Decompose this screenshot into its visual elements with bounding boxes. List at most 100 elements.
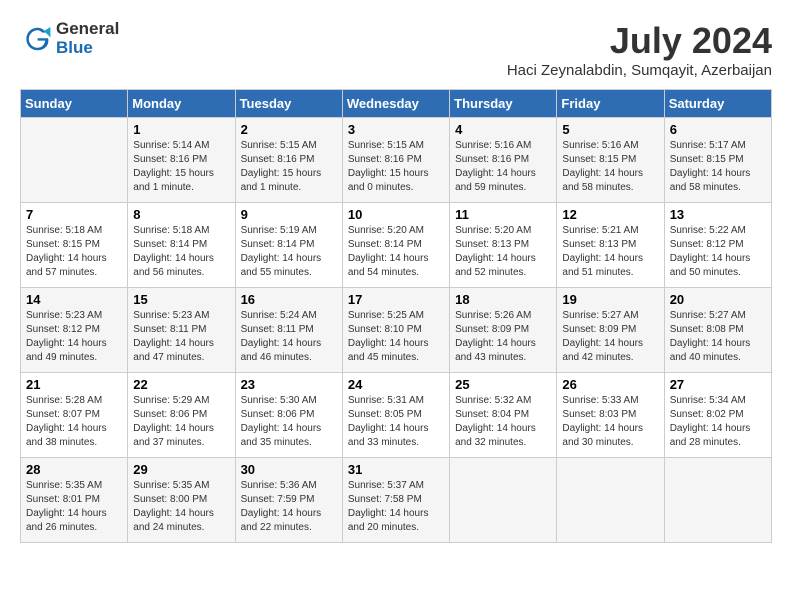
day-number: 2 bbox=[241, 122, 337, 137]
calendar-cell bbox=[450, 458, 557, 543]
logo-text-general: General bbox=[56, 20, 119, 39]
day-info: Sunrise: 5:18 AMSunset: 8:14 PMDaylight:… bbox=[133, 225, 214, 278]
day-number: 29 bbox=[133, 462, 229, 477]
day-header-thursday: Thursday bbox=[450, 90, 557, 118]
day-number: 19 bbox=[562, 292, 658, 307]
calendar-cell: 23 Sunrise: 5:30 AMSunset: 8:06 PMDaylig… bbox=[235, 373, 342, 458]
calendar-cell: 10 Sunrise: 5:20 AMSunset: 8:14 PMDaylig… bbox=[342, 203, 449, 288]
day-number: 6 bbox=[670, 122, 766, 137]
day-info: Sunrise: 5:17 AMSunset: 8:15 PMDaylight:… bbox=[670, 140, 751, 193]
day-info: Sunrise: 5:35 AMSunset: 8:00 PMDaylight:… bbox=[133, 480, 214, 533]
day-number: 12 bbox=[562, 207, 658, 222]
day-header-saturday: Saturday bbox=[664, 90, 771, 118]
day-info: Sunrise: 5:27 AMSunset: 8:09 PMDaylight:… bbox=[562, 310, 643, 363]
day-info: Sunrise: 5:36 AMSunset: 7:59 PMDaylight:… bbox=[241, 480, 322, 533]
calendar-cell: 18 Sunrise: 5:26 AMSunset: 8:09 PMDaylig… bbox=[450, 288, 557, 373]
day-info: Sunrise: 5:23 AMSunset: 8:12 PMDaylight:… bbox=[26, 310, 107, 363]
day-number: 10 bbox=[348, 207, 444, 222]
day-info: Sunrise: 5:32 AMSunset: 8:04 PMDaylight:… bbox=[455, 395, 536, 448]
logo-icon bbox=[20, 23, 52, 55]
day-number: 5 bbox=[562, 122, 658, 137]
day-number: 30 bbox=[241, 462, 337, 477]
calendar-cell: 2 Sunrise: 5:15 AMSunset: 8:16 PMDayligh… bbox=[235, 118, 342, 203]
day-info: Sunrise: 5:33 AMSunset: 8:03 PMDaylight:… bbox=[562, 395, 643, 448]
calendar-cell: 1 Sunrise: 5:14 AMSunset: 8:16 PMDayligh… bbox=[128, 118, 235, 203]
week-row-5: 28 Sunrise: 5:35 AMSunset: 8:01 PMDaylig… bbox=[21, 458, 772, 543]
day-number: 11 bbox=[455, 207, 551, 222]
calendar-cell: 4 Sunrise: 5:16 AMSunset: 8:16 PMDayligh… bbox=[450, 118, 557, 203]
week-row-1: 1 Sunrise: 5:14 AMSunset: 8:16 PMDayligh… bbox=[21, 118, 772, 203]
header-row: SundayMondayTuesdayWednesdayThursdayFrid… bbox=[21, 90, 772, 118]
calendar-cell: 22 Sunrise: 5:29 AMSunset: 8:06 PMDaylig… bbox=[128, 373, 235, 458]
calendar-cell: 7 Sunrise: 5:18 AMSunset: 8:15 PMDayligh… bbox=[21, 203, 128, 288]
calendar-cell: 13 Sunrise: 5:22 AMSunset: 8:12 PMDaylig… bbox=[664, 203, 771, 288]
day-info: Sunrise: 5:19 AMSunset: 8:14 PMDaylight:… bbox=[241, 225, 322, 278]
day-info: Sunrise: 5:29 AMSunset: 8:06 PMDaylight:… bbox=[133, 395, 214, 448]
day-number: 28 bbox=[26, 462, 122, 477]
day-number: 26 bbox=[562, 377, 658, 392]
day-number: 24 bbox=[348, 377, 444, 392]
week-row-4: 21 Sunrise: 5:28 AMSunset: 8:07 PMDaylig… bbox=[21, 373, 772, 458]
day-number: 7 bbox=[26, 207, 122, 222]
day-number: 8 bbox=[133, 207, 229, 222]
day-header-monday: Monday bbox=[128, 90, 235, 118]
logo-text-blue: Blue bbox=[56, 39, 119, 58]
page-header: General Blue July 2024 Haci Zeynalabdin,… bbox=[20, 20, 772, 79]
calendar-cell: 27 Sunrise: 5:34 AMSunset: 8:02 PMDaylig… bbox=[664, 373, 771, 458]
day-info: Sunrise: 5:14 AMSunset: 8:16 PMDaylight:… bbox=[133, 140, 214, 193]
calendar-cell: 9 Sunrise: 5:19 AMSunset: 8:14 PMDayligh… bbox=[235, 203, 342, 288]
day-number: 14 bbox=[26, 292, 122, 307]
calendar-cell: 28 Sunrise: 5:35 AMSunset: 8:01 PMDaylig… bbox=[21, 458, 128, 543]
calendar-cell: 25 Sunrise: 5:32 AMSunset: 8:04 PMDaylig… bbox=[450, 373, 557, 458]
day-info: Sunrise: 5:16 AMSunset: 8:16 PMDaylight:… bbox=[455, 140, 536, 193]
day-info: Sunrise: 5:23 AMSunset: 8:11 PMDaylight:… bbox=[133, 310, 214, 363]
calendar-cell: 14 Sunrise: 5:23 AMSunset: 8:12 PMDaylig… bbox=[21, 288, 128, 373]
week-row-2: 7 Sunrise: 5:18 AMSunset: 8:15 PMDayligh… bbox=[21, 203, 772, 288]
day-info: Sunrise: 5:27 AMSunset: 8:08 PMDaylight:… bbox=[670, 310, 751, 363]
day-info: Sunrise: 5:24 AMSunset: 8:11 PMDaylight:… bbox=[241, 310, 322, 363]
day-info: Sunrise: 5:16 AMSunset: 8:15 PMDaylight:… bbox=[562, 140, 643, 193]
calendar-cell: 15 Sunrise: 5:23 AMSunset: 8:11 PMDaylig… bbox=[128, 288, 235, 373]
day-number: 1 bbox=[133, 122, 229, 137]
calendar-cell: 30 Sunrise: 5:36 AMSunset: 7:59 PMDaylig… bbox=[235, 458, 342, 543]
day-info: Sunrise: 5:25 AMSunset: 8:10 PMDaylight:… bbox=[348, 310, 429, 363]
calendar-cell: 17 Sunrise: 5:25 AMSunset: 8:10 PMDaylig… bbox=[342, 288, 449, 373]
calendar-cell: 16 Sunrise: 5:24 AMSunset: 8:11 PMDaylig… bbox=[235, 288, 342, 373]
day-info: Sunrise: 5:22 AMSunset: 8:12 PMDaylight:… bbox=[670, 225, 751, 278]
day-number: 21 bbox=[26, 377, 122, 392]
day-info: Sunrise: 5:35 AMSunset: 8:01 PMDaylight:… bbox=[26, 480, 107, 533]
calendar-cell: 6 Sunrise: 5:17 AMSunset: 8:15 PMDayligh… bbox=[664, 118, 771, 203]
day-info: Sunrise: 5:18 AMSunset: 8:15 PMDaylight:… bbox=[26, 225, 107, 278]
logo: General Blue bbox=[20, 20, 119, 57]
day-number: 13 bbox=[670, 207, 766, 222]
day-header-friday: Friday bbox=[557, 90, 664, 118]
day-number: 23 bbox=[241, 377, 337, 392]
day-number: 16 bbox=[241, 292, 337, 307]
location-title: Haci Zeynalabdin, Sumqayit, Azerbaijan bbox=[507, 62, 772, 79]
day-info: Sunrise: 5:31 AMSunset: 8:05 PMDaylight:… bbox=[348, 395, 429, 448]
day-info: Sunrise: 5:21 AMSunset: 8:13 PMDaylight:… bbox=[562, 225, 643, 278]
calendar-cell: 29 Sunrise: 5:35 AMSunset: 8:00 PMDaylig… bbox=[128, 458, 235, 543]
calendar-cell: 31 Sunrise: 5:37 AMSunset: 7:58 PMDaylig… bbox=[342, 458, 449, 543]
day-header-sunday: Sunday bbox=[21, 90, 128, 118]
day-info: Sunrise: 5:20 AMSunset: 8:14 PMDaylight:… bbox=[348, 225, 429, 278]
day-number: 17 bbox=[348, 292, 444, 307]
day-number: 20 bbox=[670, 292, 766, 307]
calendar-cell: 12 Sunrise: 5:21 AMSunset: 8:13 PMDaylig… bbox=[557, 203, 664, 288]
day-info: Sunrise: 5:28 AMSunset: 8:07 PMDaylight:… bbox=[26, 395, 107, 448]
day-header-wednesday: Wednesday bbox=[342, 90, 449, 118]
day-number: 27 bbox=[670, 377, 766, 392]
day-number: 22 bbox=[133, 377, 229, 392]
day-info: Sunrise: 5:34 AMSunset: 8:02 PMDaylight:… bbox=[670, 395, 751, 448]
day-number: 18 bbox=[455, 292, 551, 307]
day-number: 3 bbox=[348, 122, 444, 137]
day-number: 4 bbox=[455, 122, 551, 137]
calendar-table: SundayMondayTuesdayWednesdayThursdayFrid… bbox=[20, 89, 772, 543]
day-info: Sunrise: 5:37 AMSunset: 7:58 PMDaylight:… bbox=[348, 480, 429, 533]
day-info: Sunrise: 5:15 AMSunset: 8:16 PMDaylight:… bbox=[241, 140, 322, 193]
week-row-3: 14 Sunrise: 5:23 AMSunset: 8:12 PMDaylig… bbox=[21, 288, 772, 373]
calendar-cell: 3 Sunrise: 5:15 AMSunset: 8:16 PMDayligh… bbox=[342, 118, 449, 203]
calendar-cell: 8 Sunrise: 5:18 AMSunset: 8:14 PMDayligh… bbox=[128, 203, 235, 288]
calendar-cell: 24 Sunrise: 5:31 AMSunset: 8:05 PMDaylig… bbox=[342, 373, 449, 458]
calendar-cell bbox=[557, 458, 664, 543]
